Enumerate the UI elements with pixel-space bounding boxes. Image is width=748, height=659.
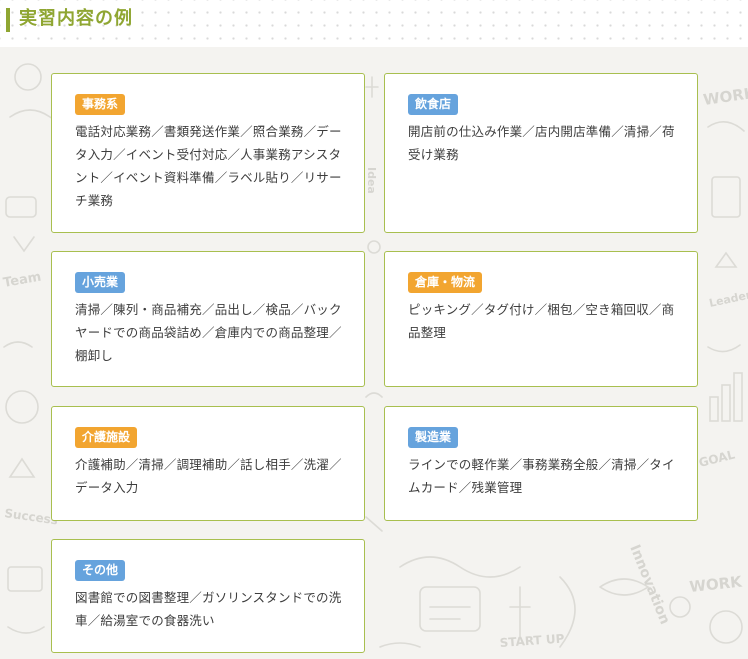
category-badge: 倉庫・物流 — [408, 272, 483, 293]
doodle-word: Idea — [365, 167, 378, 194]
category-badge: その他 — [75, 560, 126, 581]
doodle-word: WORK — [689, 572, 744, 596]
card-description: 介護補助／清掃／調理補助／話し相手／洗濯／データ入力 — [75, 457, 342, 495]
card-description: ラインでの軽作業／事務業務全般／清掃／タイムカード／残業管理 — [408, 457, 675, 495]
example-card-other: その他 図書館での図書整理／ガソリンスタンドでの洗車／給湯室での食器洗い — [51, 539, 365, 653]
title-accent-bar — [6, 8, 10, 32]
category-badge: 飲食店 — [408, 94, 459, 115]
doodle-word: WORK — [702, 84, 748, 109]
section-title: 実習内容の例 — [19, 8, 133, 29]
section-header: 実習内容の例 — [0, 0, 748, 44]
category-badge: 事務系 — [75, 94, 126, 115]
doodle-word: GOAL — [697, 447, 736, 470]
example-card-restaurant: 飲食店 開店前の仕込み作業／店内開店準備／清掃／荷受け業務 — [384, 73, 698, 233]
category-badge: 小売業 — [75, 272, 126, 293]
examples-panel: WORK Innovation START UP Team WORK GOAL … — [0, 47, 748, 659]
example-card-manufacturing: 製造業 ラインでの軽作業／事務業務全般／清掃／タイムカード／残業管理 — [384, 406, 698, 521]
doodle-word: Team — [2, 270, 42, 291]
doodle-word: Innovation — [626, 543, 672, 627]
doodle-word: Leader — [708, 288, 748, 310]
example-card-retail: 小売業 清掃／陳列・商品補充／品出し／検品／バックヤードでの商品袋詰め／倉庫内で… — [51, 251, 365, 387]
card-description: 清掃／陳列・商品補充／品出し／検品／バックヤードでの商品袋詰め／倉庫内での商品整… — [75, 302, 342, 363]
card-description: ピッキング／タグ付け／梱包／空き箱回収／商品整理 — [408, 302, 675, 340]
category-badge: 製造業 — [408, 427, 459, 448]
card-description: 開店前の仕込み作業／店内開店準備／清掃／荷受け業務 — [408, 124, 675, 162]
doodle-word: START UP — [499, 631, 565, 649]
card-description: 電話対応業務／書類発送作業／照合業務／データ入力／イベント受付対応／人事業務アシ… — [75, 124, 342, 208]
card-description: 図書館での図書整理／ガソリンスタンドでの洗車／給湯室での食器洗い — [75, 590, 342, 628]
example-card-care-facility: 介護施設 介護補助／清掃／調理補助／話し相手／洗濯／データ入力 — [51, 406, 365, 521]
category-badge: 介護施設 — [75, 427, 138, 448]
example-card-office: 事務系 電話対応業務／書類発送作業／照合業務／データ入力／イベント受付対応／人事… — [51, 73, 365, 233]
example-card-logistics: 倉庫・物流 ピッキング／タグ付け／梱包／空き箱回収／商品整理 — [384, 251, 698, 387]
